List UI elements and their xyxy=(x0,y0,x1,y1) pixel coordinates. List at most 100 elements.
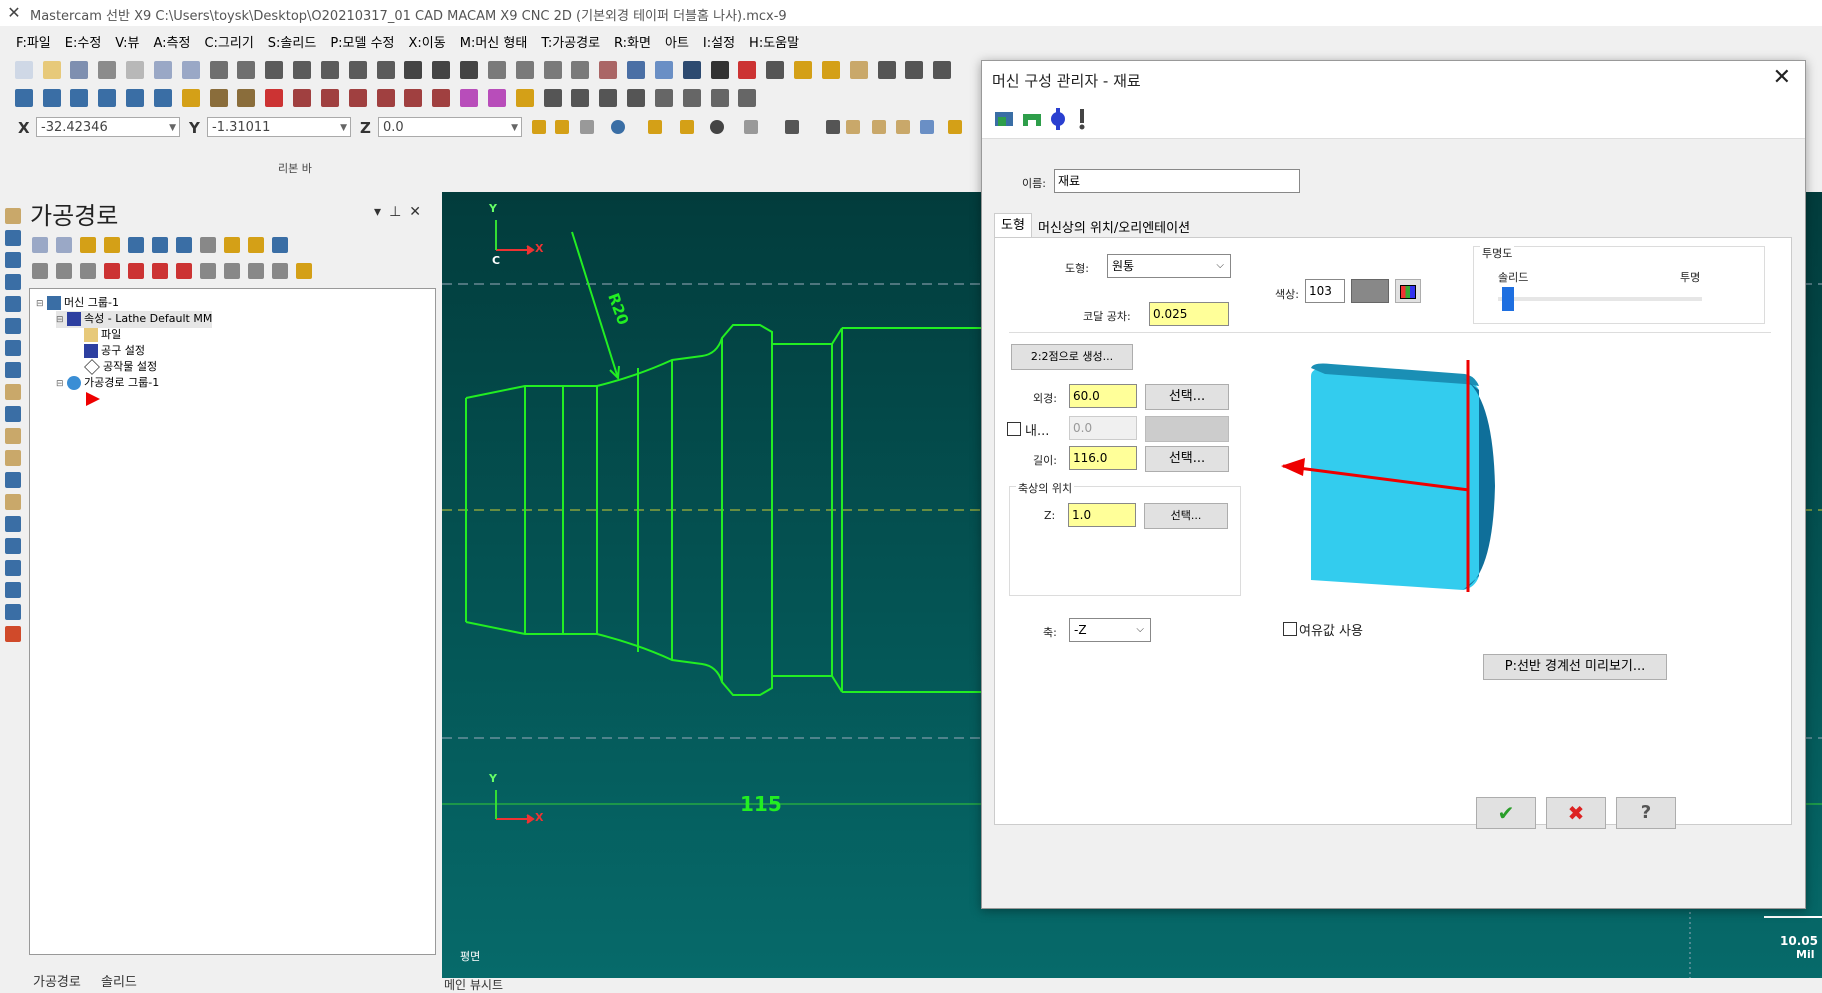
dynamic-rotate-icon[interactable] xyxy=(404,61,423,79)
body-select-icon[interactable] xyxy=(920,120,934,134)
high-feed-icon[interactable] xyxy=(248,237,264,253)
lock-icon[interactable] xyxy=(32,263,48,279)
shape-select[interactable]: 원통 ⌵ xyxy=(1107,254,1231,278)
menu-model-prep[interactable]: P:모델 수정 xyxy=(323,28,401,54)
translucency-icon[interactable] xyxy=(766,61,785,79)
tab-geometry[interactable]: 도형 xyxy=(994,213,1032,238)
color-input[interactable]: 103 xyxy=(1305,279,1345,303)
view-options-icon[interactable] xyxy=(599,61,618,79)
undo-icon[interactable] xyxy=(153,61,172,79)
toggle-display-icon[interactable] xyxy=(56,263,72,279)
component-chuck-icon[interactable] xyxy=(1022,108,1042,130)
lathe-quick-icon[interactable] xyxy=(5,604,21,620)
ops-help-icon[interactable] xyxy=(272,237,288,253)
cancel-button[interactable]: ✖ xyxy=(1546,797,1606,829)
move-down-icon[interactable] xyxy=(104,263,120,279)
color-picker-button[interactable] xyxy=(1395,279,1421,303)
component-steady-rest-icon[interactable] xyxy=(1072,108,1092,130)
single-op-icon[interactable] xyxy=(200,263,216,279)
tab-main-viewsheet[interactable]: 메인 뷰시트 xyxy=(444,976,503,993)
menu-help[interactable]: H:도움말 xyxy=(742,28,806,54)
select-dirty-ops-icon[interactable] xyxy=(56,237,72,253)
fit-icon[interactable] xyxy=(209,61,228,79)
id-select-button[interactable] xyxy=(1145,416,1229,442)
lathe-stock-flip-icon[interactable] xyxy=(5,406,21,422)
solid-select-icon[interactable] xyxy=(846,120,860,134)
zoom-selected-icon[interactable] xyxy=(320,61,339,79)
wcs-icon[interactable] xyxy=(849,61,868,79)
zoom-window-icon[interactable] xyxy=(265,61,284,79)
expand-all-icon[interactable] xyxy=(272,263,288,279)
dimension-icon[interactable] xyxy=(543,89,562,107)
menu-view[interactable]: V:뷰 xyxy=(108,28,146,54)
lathe-face-icon[interactable] xyxy=(5,274,21,290)
grid-icon[interactable] xyxy=(487,89,506,107)
toolpath-icon[interactable] xyxy=(460,89,479,107)
lathe-solid-icon[interactable] xyxy=(5,626,21,642)
shaded-icon[interactable] xyxy=(654,61,673,79)
autocursor-icon[interactable] xyxy=(555,120,569,134)
snap-off-icon[interactable] xyxy=(580,120,594,134)
lathe-thread-icon[interactable] xyxy=(5,318,21,334)
arc-icon[interactable] xyxy=(126,89,145,107)
select-arrow-icon[interactable] xyxy=(826,120,840,134)
make-from-2pts-button[interactable]: 2:2점으로 생성... xyxy=(1011,344,1133,370)
toggle-post-icon[interactable] xyxy=(80,263,96,279)
collapse-icon[interactable]: ⊟ xyxy=(56,379,64,389)
scroll-arrow-icon[interactable] xyxy=(176,263,192,279)
z-position-input[interactable]: 1.0 xyxy=(1068,503,1136,527)
insert-arrow[interactable] xyxy=(86,391,100,407)
fast-point-icon[interactable] xyxy=(532,120,546,134)
verify-icon[interactable] xyxy=(152,237,168,253)
move-up-icon[interactable] xyxy=(128,263,144,279)
simulate-icon[interactable] xyxy=(176,237,192,253)
tree-machine-group[interactable]: ⊟ 머신 그룹-1 xyxy=(36,295,119,312)
wireframe-icon[interactable] xyxy=(627,61,646,79)
y-coord-input[interactable]: -1.31011 ▼ xyxy=(207,117,351,137)
pattern-icon[interactable] xyxy=(627,89,646,107)
view-iso-icon[interactable] xyxy=(571,61,590,79)
menu-create[interactable]: C:그리기 xyxy=(197,28,260,54)
xform-array-icon[interactable] xyxy=(432,89,451,107)
regenerate-all-icon[interactable] xyxy=(80,237,96,253)
menu-machine-type[interactable]: M:머신 형태 xyxy=(453,28,535,54)
lathe-plunge-icon[interactable] xyxy=(5,538,21,554)
lathe-chuck-move-icon[interactable] xyxy=(5,450,21,466)
circle-icon[interactable] xyxy=(70,89,89,107)
chevron-down-icon[interactable]: ▼ xyxy=(511,118,518,138)
collapse-icon[interactable]: ⊟ xyxy=(36,299,44,309)
panel-close-icon[interactable]: ✕ xyxy=(409,204,429,220)
name-input[interactable]: 재료 xyxy=(1054,169,1300,193)
component-stock-icon[interactable] xyxy=(994,108,1014,130)
od-select-button[interactable]: 선택... xyxy=(1145,384,1229,410)
menu-file[interactable]: F:파일 xyxy=(0,28,58,54)
id-input[interactable]: 0.0 xyxy=(1069,416,1137,440)
id-checkbox[interactable] xyxy=(1007,422,1021,436)
lathe-canned-icon[interactable] xyxy=(5,384,21,400)
lathe-misc-icon[interactable] xyxy=(5,582,21,598)
menu-settings[interactable]: I:설정 xyxy=(696,28,742,54)
ops-config-icon[interactable] xyxy=(296,263,312,279)
boundary-preview-button[interactable]: P:선반 경계선 미리보기... xyxy=(1483,654,1667,680)
length-input[interactable]: 116.0 xyxy=(1069,446,1137,470)
hidden-line-icon[interactable] xyxy=(682,61,701,79)
backplot-icon[interactable] xyxy=(128,237,144,253)
redo-icon[interactable] xyxy=(181,61,200,79)
length-select-button[interactable]: 선택... xyxy=(1145,446,1229,472)
insert-arrow-icon[interactable] xyxy=(152,263,168,279)
tab-solids[interactable]: 솔리드 xyxy=(101,971,137,990)
open-file-icon[interactable] xyxy=(42,61,61,79)
tab-toolpaths[interactable]: 가공경로 xyxy=(33,971,81,990)
menu-xform[interactable]: X:이동 xyxy=(402,28,453,54)
print-icon[interactable] xyxy=(98,61,117,79)
face-select-icon[interactable] xyxy=(872,120,886,134)
lathe-tap-icon[interactable] xyxy=(5,362,21,378)
lathe-tailstock-icon[interactable] xyxy=(738,89,757,107)
collapse-icon[interactable]: ⊟ xyxy=(56,315,64,325)
lathe-tool-icon[interactable] xyxy=(654,89,673,107)
panel-dropdown-icon[interactable]: ▾ xyxy=(374,204,389,220)
component-tailstock-icon[interactable] xyxy=(1048,108,1068,130)
tree-files[interactable]: 파일 xyxy=(84,327,121,343)
lathe-drill-icon[interactable] xyxy=(5,252,21,268)
z-select-button[interactable]: 선택... xyxy=(1144,503,1228,529)
